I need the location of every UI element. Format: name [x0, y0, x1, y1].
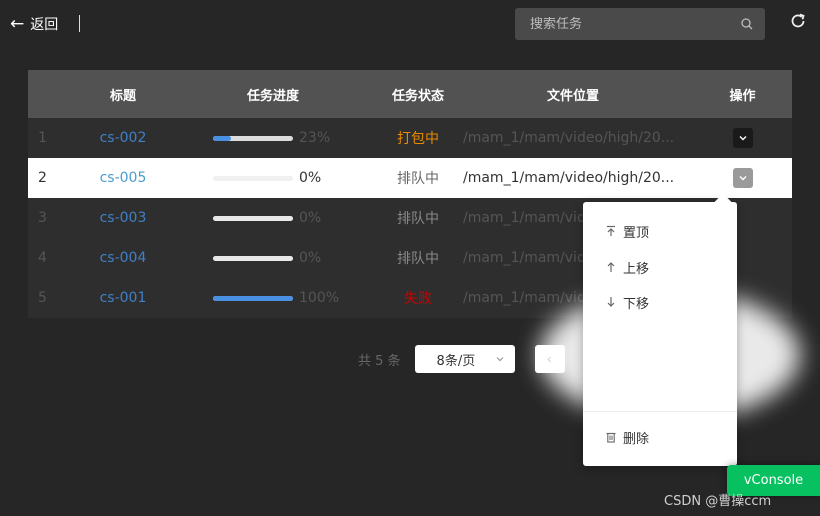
- task-title-link[interactable]: cs-003: [100, 210, 147, 226]
- chevron-down-icon: [496, 357, 503, 362]
- page-size-value: 8条/页: [436, 353, 476, 369]
- row-actions-button[interactable]: [732, 168, 753, 188]
- progress-percent: 0%: [299, 210, 322, 226]
- search-box[interactable]: [515, 8, 765, 40]
- search-icon[interactable]: [741, 18, 753, 30]
- menu-item-label: 下移: [623, 296, 650, 312]
- progress-fill: [213, 135, 232, 141]
- progress-cell: 100%: [163, 290, 383, 306]
- total-count: 共 5 条: [358, 353, 401, 369]
- row-actions-button[interactable]: [732, 128, 753, 148]
- progress-bar: [213, 295, 293, 301]
- chevron-down-icon: [739, 136, 746, 141]
- progress-percent: 0%: [299, 170, 322, 186]
- status-badge: 排队中: [397, 171, 439, 187]
- menu-item-move-down[interactable]: 下移: [583, 289, 737, 315]
- row-actions-menu: 置顶 上移 下移 删除: [583, 193, 737, 466]
- menu-item-pin-top[interactable]: 置顶: [583, 218, 737, 244]
- progress-bar: [213, 135, 293, 141]
- menu-item-label: 删除: [623, 431, 650, 447]
- menu-item-label: 上移: [623, 261, 650, 277]
- row-index: 3: [38, 210, 47, 226]
- row-index: 4: [38, 250, 47, 266]
- status-badge: 打包中: [397, 131, 439, 147]
- page-size-select[interactable]: 8条/页: [414, 345, 515, 373]
- progress-cell: 23%: [163, 130, 383, 146]
- menu-item-move-up[interactable]: 上移: [583, 254, 737, 280]
- progress-bar: [213, 175, 293, 181]
- header-ops: 操作: [729, 88, 756, 104]
- progress-percent: 100%: [299, 290, 340, 306]
- status-badge: 失败: [404, 291, 432, 307]
- table-header: 标题 任务进度 任务状态 文件位置 操作: [28, 70, 792, 118]
- progress-cell: 0%: [163, 170, 383, 186]
- row-index: 5: [38, 290, 47, 306]
- watermark: CSDN @曹操ccm: [664, 494, 772, 509]
- progress-fill: [213, 215, 293, 221]
- header-path: 文件位置: [546, 88, 599, 104]
- table-row[interactable]: 1 cs-002 23% 打包中 /mam_1/mam/video/high/2…: [28, 118, 792, 158]
- task-title-link[interactable]: cs-001: [100, 290, 147, 306]
- progress-fill: [213, 255, 293, 261]
- header-status: 任务状态: [391, 88, 444, 104]
- back-button[interactable]: ← 返回: [10, 14, 58, 34]
- header-progress: 任务进度: [246, 88, 299, 104]
- row-index: 1: [38, 130, 47, 146]
- arrow-left-icon: ←: [10, 13, 25, 34]
- chevron-down-icon: [739, 176, 746, 181]
- task-title-link[interactable]: cs-005: [100, 170, 147, 186]
- progress-percent: 23%: [299, 130, 331, 146]
- file-path: /mam_1/mam/video/high/20...: [463, 170, 675, 186]
- trash-icon: [606, 432, 616, 443]
- header-title: 标题: [109, 88, 136, 104]
- progress-bar: [213, 215, 293, 221]
- top-bar: ← 返回: [0, 0, 820, 46]
- pin-top-icon: [607, 225, 615, 236]
- table-row[interactable]: 2 cs-005 0% 排队中 /mam_1/mam/video/high/20…: [28, 158, 792, 198]
- status-badge: 排队中: [397, 251, 439, 267]
- status-badge: 排队中: [397, 211, 439, 227]
- menu-item-label: 置顶: [623, 225, 650, 241]
- pagination: 共 5 条 8条/页: [358, 345, 565, 373]
- search-input[interactable]: [530, 16, 741, 32]
- progress-percent: 0%: [299, 250, 322, 266]
- refresh-icon[interactable]: [789, 12, 807, 30]
- progress-cell: 0%: [163, 250, 383, 266]
- back-label: 返回: [30, 17, 59, 33]
- divider: [79, 15, 80, 32]
- menu-divider: [583, 411, 737, 412]
- task-title-link[interactable]: cs-002: [100, 130, 147, 146]
- menu-item-delete[interactable]: 删除: [583, 424, 737, 450]
- file-path: /mam_1/mam/video/high/20...: [463, 130, 675, 146]
- progress-bar: [213, 255, 293, 261]
- progress-fill: [213, 295, 293, 301]
- row-index: 2: [38, 170, 47, 186]
- progress-cell: 0%: [163, 210, 383, 226]
- task-title-link[interactable]: cs-004: [100, 250, 147, 266]
- arrow-down-icon: [607, 297, 615, 307]
- arrow-up-icon: [607, 262, 615, 272]
